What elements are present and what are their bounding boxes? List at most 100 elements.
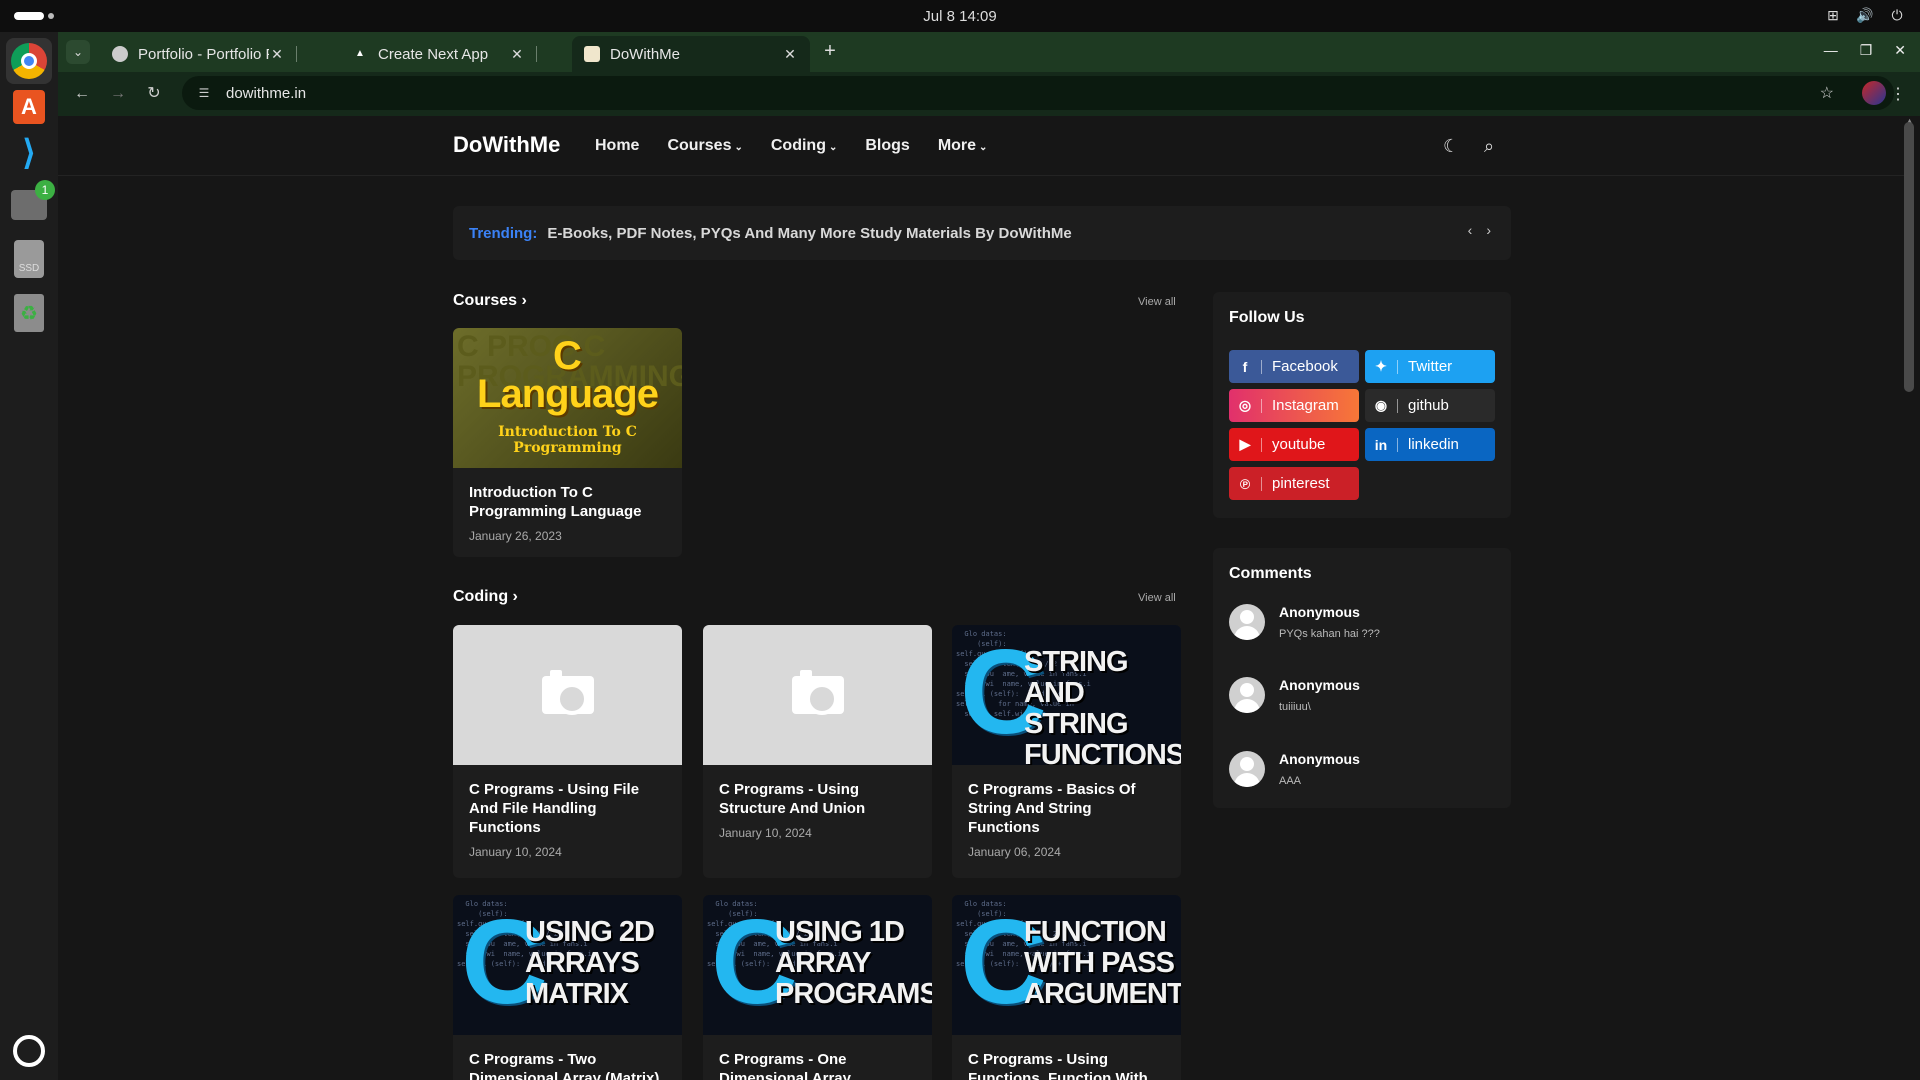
chevron-left-icon[interactable]: ‹ (1468, 222, 1473, 238)
dock-files[interactable]: 1 (6, 180, 55, 228)
card-title[interactable]: C Programs - Using Structure And Union (719, 780, 916, 818)
social-label: linkedin (1408, 436, 1459, 453)
card-thumbnail: Glo datas: (self): self.gu (self): self.… (952, 625, 1181, 765)
course-card[interactable]: C PROG C PROGRAMMING C Language Introduc… (453, 328, 682, 557)
app-center-icon: A (13, 90, 45, 124)
address-bar[interactable]: ☰ dowithme.in ☆ (182, 76, 1894, 110)
thumbnail-heading: Language (477, 372, 659, 416)
nav-courses[interactable]: Courses ⌄ (667, 137, 742, 155)
tab-dowithme[interactable]: DoWithMe ✕ (572, 36, 810, 72)
nav-coding[interactable]: Coding ⌄ (771, 137, 837, 155)
system-tray[interactable]: ⊞ 🔊 ⏻ (1824, 6, 1906, 24)
close-icon[interactable]: ✕ (782, 46, 798, 63)
social-label: Twitter (1408, 358, 1453, 375)
back-icon[interactable]: ← (70, 82, 94, 106)
minimize-icon[interactable]: — (1824, 42, 1838, 59)
chrome-icon (11, 43, 47, 79)
social-label: Instagram (1272, 397, 1339, 414)
card-title[interactable]: C Programs - Basics Of String And String… (968, 780, 1165, 837)
courses-view-all-link[interactable]: View all (1138, 296, 1176, 308)
comment-item[interactable]: Anonymous PYQs kahan hai ??? (1229, 604, 1380, 640)
card-title[interactable]: Introduction To C Programming Language (469, 483, 666, 521)
nav-blogs[interactable]: Blogs (865, 137, 909, 155)
close-icon[interactable]: ✕ (269, 46, 285, 63)
coding-card[interactable]: Glo datas: (self): self.gu (self): self.… (952, 625, 1181, 878)
youtube-icon: ▶ (1239, 436, 1251, 452)
thumbnail-caption: USING 2D ARRAYS MATRIX (525, 916, 655, 1010)
card-date: January 06, 2024 (968, 845, 1061, 859)
social-label: pinterest (1272, 475, 1330, 492)
trending-link[interactable]: E-Books, PDF Notes, PYQs And Many More S… (547, 225, 1071, 242)
card-title[interactable]: C Programs - One Dimensional Array (719, 1050, 916, 1080)
nav-label: Courses (667, 137, 732, 154)
widget-title: Follow Us (1229, 309, 1305, 326)
social-instagram-button[interactable]: ◎ Instagram (1229, 389, 1359, 422)
dock-app-center[interactable]: A (6, 84, 52, 130)
social-twitter-button[interactable]: ✦ Twitter (1365, 350, 1495, 383)
trending-label: Trending: (469, 224, 538, 242)
comment-item[interactable]: Anonymous tuiiiuu\ (1229, 677, 1360, 713)
restore-icon[interactable]: ❐ (1860, 42, 1873, 59)
site-info-icon[interactable]: ☰ (194, 83, 214, 103)
card-title[interactable]: C Programs - Two Dimensional Array (Matr… (469, 1050, 666, 1080)
social-youtube-button[interactable]: ▶ youtube (1229, 428, 1359, 461)
window-controls: — ❐ ✕ (1824, 42, 1906, 59)
tab-portfolio[interactable]: Portfolio - Portfolio Platf ✕ (100, 36, 297, 72)
avatar (1229, 751, 1265, 787)
comments-widget: Comments Anonymous PYQs kahan hai ??? Ano… (1213, 548, 1511, 808)
site-logo[interactable]: DoWithMe (453, 132, 560, 158)
trending-arrows: ‹ › (1468, 222, 1491, 238)
social-facebook-button[interactable]: f Facebook (1229, 350, 1359, 383)
bookmark-star-icon[interactable]: ☆ (1820, 83, 1834, 103)
thumbnail-caption: USING 1D ARRAY PROGRAMS (775, 916, 932, 1010)
scrollbar-thumb[interactable] (1904, 122, 1914, 392)
dock-trash[interactable]: ♻ (6, 290, 52, 336)
new-tab-button[interactable]: + (818, 40, 842, 64)
card-title[interactable]: C Programs - Using File And File Handlin… (469, 780, 666, 837)
activities-button[interactable] (14, 12, 54, 20)
nav-more[interactable]: More ⌄ (938, 137, 988, 155)
clock[interactable]: Jul 8 14:09 (923, 8, 996, 25)
reload-icon[interactable]: ↻ (142, 82, 166, 106)
coding-card[interactable]: Glo datas: (self): self.gu (self): self.… (952, 895, 1181, 1080)
social-linkedin-button[interactable]: in linkedin (1365, 428, 1495, 461)
social-label: Facebook (1272, 358, 1338, 375)
facebook-icon: f (1242, 358, 1248, 375)
dock-show-apps[interactable] (6, 1028, 52, 1074)
vscode-icon: ⟩ (22, 134, 36, 172)
nav-home[interactable]: Home (595, 137, 639, 155)
courses-section-title[interactable]: Courses › (453, 292, 527, 310)
forward-icon[interactable]: → (106, 82, 130, 106)
social-pinterest-button[interactable]: ℗ pinterest (1229, 467, 1359, 500)
dark-mode-moon-icon[interactable]: ☾ (1443, 136, 1459, 157)
comment-text: PYQs kahan hai ??? (1279, 628, 1380, 640)
close-window-icon[interactable]: ✕ (1894, 42, 1906, 59)
chevron-right-icon[interactable]: › (1486, 222, 1491, 238)
dock-vscode[interactable]: ⟩ (6, 130, 52, 176)
menu-icon[interactable]: ⋮ (1890, 84, 1906, 104)
coding-section-title[interactable]: Coding › (453, 588, 518, 606)
dock-chrome[interactable] (6, 38, 52, 84)
card-title[interactable]: C Programs - Using Functions, Function W… (968, 1050, 1165, 1080)
power-icon: ⏻ (1891, 7, 1903, 23)
coding-view-all-link[interactable]: View all (1138, 592, 1176, 604)
comment-item[interactable]: Anonymous AAA (1229, 751, 1360, 787)
dock-ssd[interactable]: SSD (6, 236, 52, 282)
card-thumbnail: Glo datas: (self): self.gu (self): self.… (952, 895, 1181, 1035)
profile-avatar[interactable] (1862, 81, 1886, 105)
card-date: January 10, 2024 (469, 845, 562, 859)
coding-card[interactable]: C Programs - Using Structure And Union J… (703, 625, 932, 878)
camera-icon (791, 670, 844, 715)
coding-card[interactable]: C Programs - Using File And File Handlin… (453, 625, 682, 878)
coding-card[interactable]: Glo datas: (self): self.gu (self): self.… (453, 895, 682, 1080)
close-icon[interactable]: ✕ (509, 46, 525, 63)
tab-search-button[interactable]: ⌄ (66, 40, 90, 64)
dock: A ⟩ 1 SSD ♻ (0, 32, 58, 1080)
dowithme-favicon-icon (584, 46, 600, 62)
search-icon[interactable]: ⌕ (1484, 136, 1494, 157)
social-github-button[interactable]: ◉ github (1365, 389, 1495, 422)
url-text[interactable]: dowithme.in (226, 85, 306, 102)
tab-create-next-app[interactable]: ▲ Create Next App ✕ (340, 36, 537, 72)
instagram-icon: ◎ (1238, 397, 1252, 413)
coding-card[interactable]: Glo datas: (self): self.gu (self): self.… (703, 895, 932, 1080)
